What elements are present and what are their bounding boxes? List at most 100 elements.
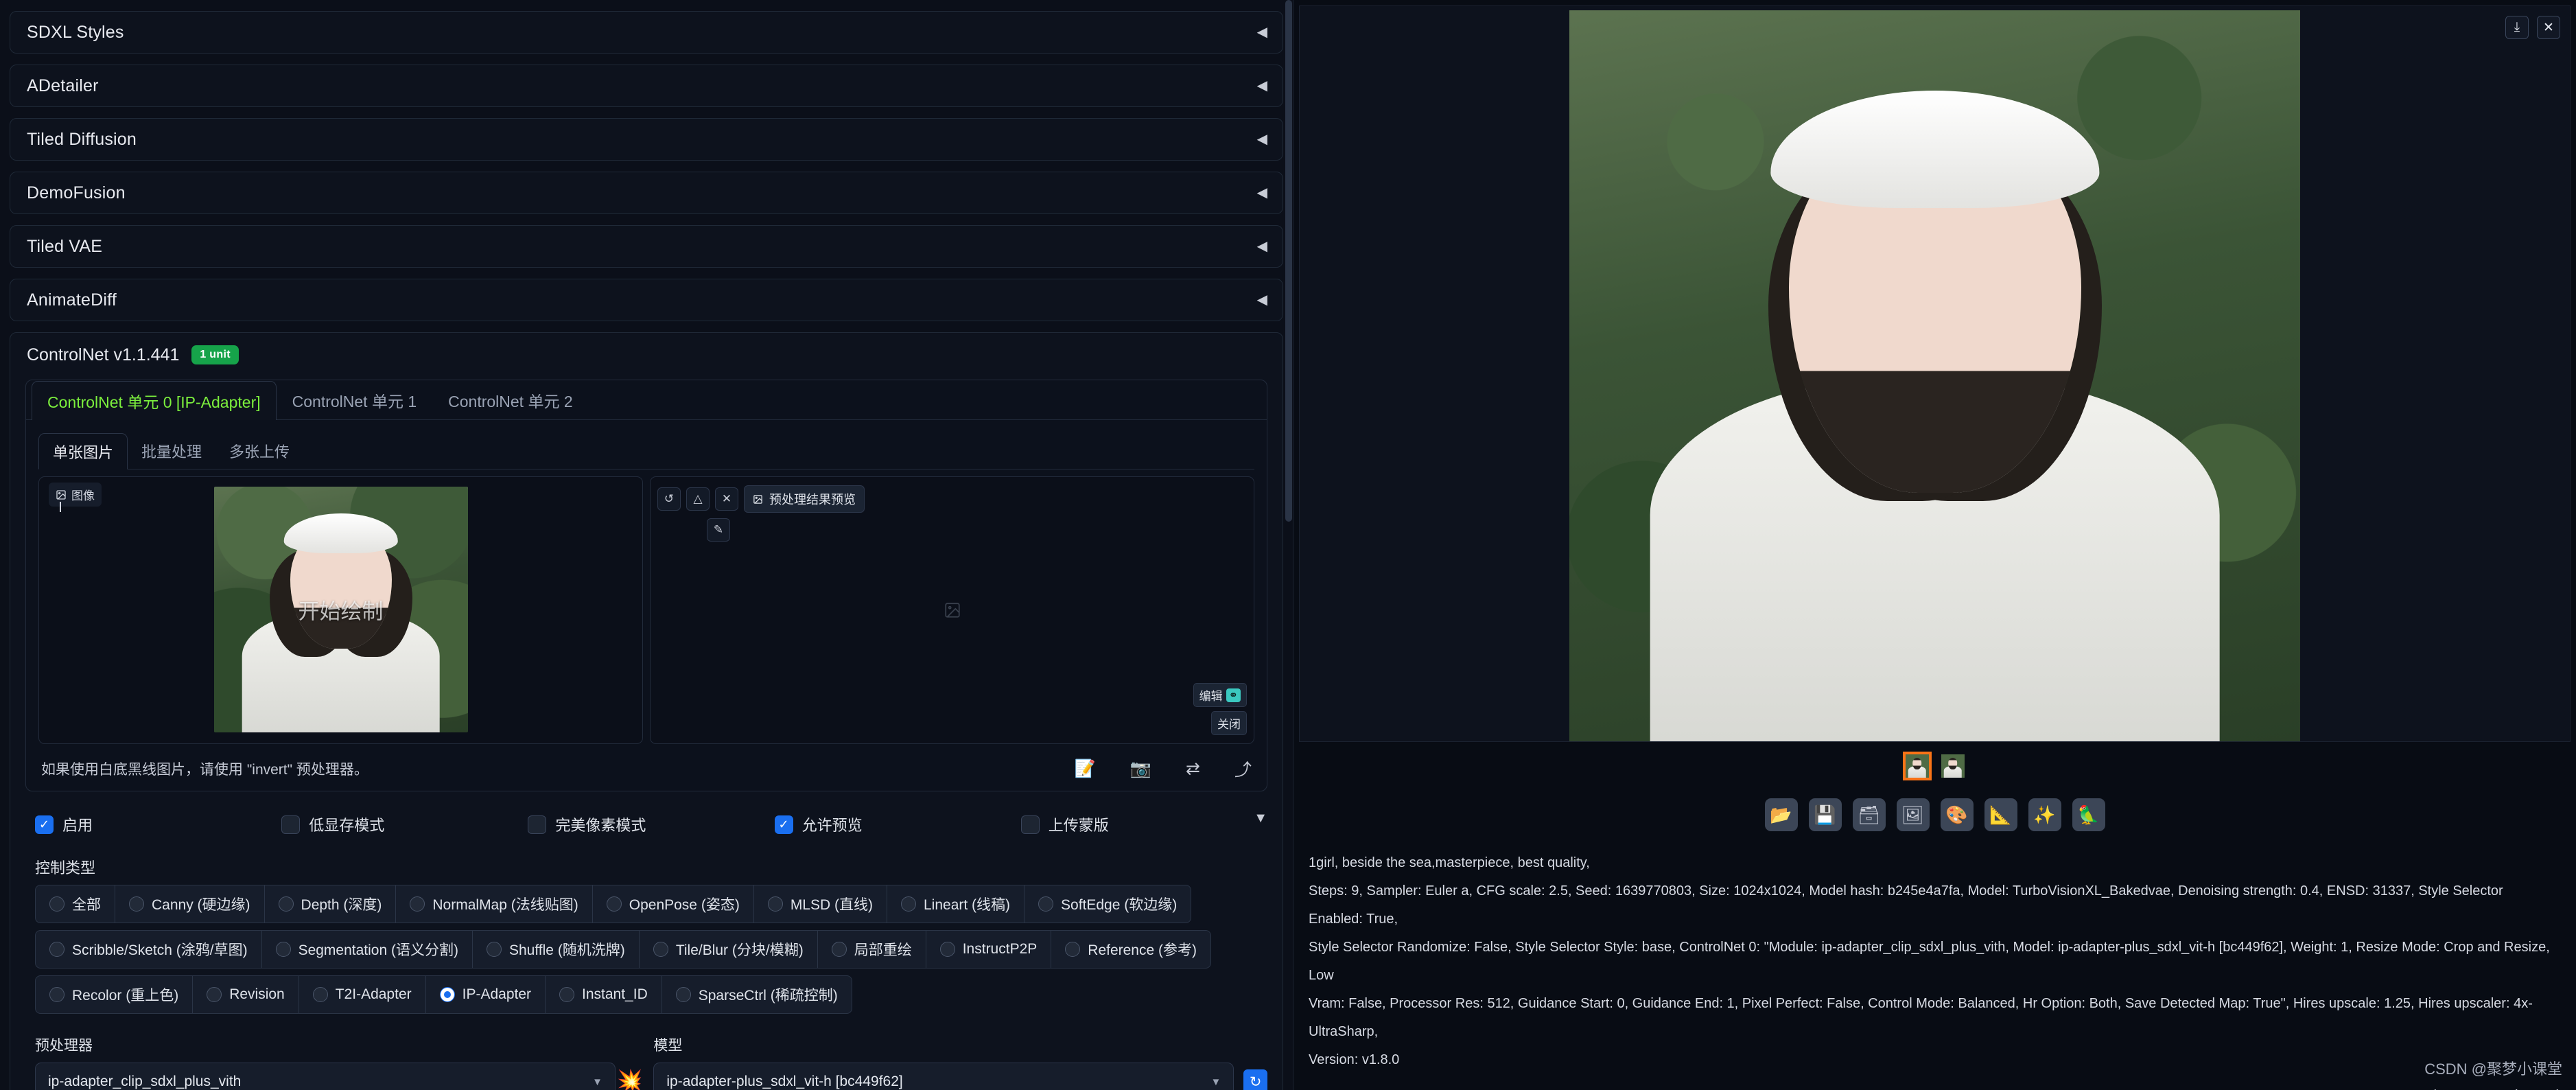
gallery-thumbnail[interactable]	[1939, 752, 1967, 780]
controlnet-preview-dropzone[interactable]: ↺ △ ✕ 预处理结果预览 ✎ 编辑 ⚭ 关闭	[650, 476, 1254, 744]
clear-icon[interactable]: ✕	[715, 487, 738, 511]
radio-tile-blur[interactable]: Tile/Blur (分块/模糊)	[640, 931, 818, 968]
close-icon[interactable]: ✕	[2537, 16, 2560, 39]
radio-label: Shuffle (随机洗牌)	[508, 942, 625, 958]
radio-openpose[interactable]: OpenPose (姿态)	[593, 885, 754, 923]
close-preview-button[interactable]: 关闭	[1211, 711, 1247, 735]
send-to-extras-icon[interactable]: 📐	[1984, 798, 2017, 831]
chevron-down-icon[interactable]: ▼	[1254, 811, 1267, 825]
accordion-title: ADetailer	[27, 76, 99, 95]
chevron-left-icon[interactable]: ◀	[1257, 132, 1267, 146]
checkbox-enable[interactable]: ✓ 启用	[35, 813, 281, 835]
camera-icon[interactable]: 📷	[1130, 759, 1151, 779]
radio-dot	[606, 896, 622, 912]
radio-softedge[interactable]: SoftEdge (软边缘)	[1024, 885, 1191, 923]
controlnet-mode-tabs: 单张图片 批量处理 多张上传	[38, 432, 1254, 469]
scrollbar-thumb[interactable]	[1285, 0, 1292, 522]
radio-reference[interactable]: Reference (参考)	[1051, 931, 1210, 968]
upscale-icon[interactable]: ✨	[2028, 798, 2061, 831]
quick-action-icons: 📝 📷 ⇄ ⤴	[1075, 756, 1252, 781]
generated-image[interactable]	[1569, 10, 2300, 741]
swap-icon[interactable]: ⇄	[1186, 758, 1200, 779]
memo-icon[interactable]: 📝	[1075, 759, 1096, 779]
radio-depth[interactable]: Depth (深度)	[265, 885, 397, 923]
tab-single-image[interactable]: 单张图片	[38, 433, 128, 469]
checkbox-upload-mask[interactable]: 上传蒙版	[1020, 813, 1267, 835]
checkbox-low-vram[interactable]: 低显存模式	[281, 813, 528, 835]
radio-shuffle[interactable]: Shuffle (随机洗牌)	[473, 931, 640, 968]
gallery-thumbnail[interactable]	[1902, 752, 1932, 780]
radio-ip-adapter[interactable]: IP-Adapter	[426, 976, 546, 1013]
checkbox-box: ✓	[774, 815, 793, 834]
radio-mlsd[interactable]: MLSD (直线)	[754, 885, 887, 923]
left-scrollbar[interactable]	[1285, 0, 1293, 1090]
model-column: 模型 ip-adapter-plus_sdxl_vit-h [bc449f62]…	[653, 1034, 1234, 1090]
chevron-down-icon: ▼	[592, 1076, 603, 1088]
brush-icon[interactable]: ✎	[707, 518, 730, 542]
chevron-left-icon[interactable]: ◀	[1257, 25, 1267, 39]
checkbox-pixel-perfect[interactable]: 完美像素模式	[528, 813, 774, 835]
controlnet-image-dropzone[interactable]: 图像 开始绘制	[38, 476, 643, 744]
explosion-icon[interactable]: 💥	[617, 1069, 642, 1090]
app-root: SDXL Styles ◀ ADetailer ◀ Tiled Diffusio…	[0, 0, 2576, 1090]
image-dropzone-label: 图像	[49, 483, 102, 507]
radio-t2i-adapter[interactable]: T2I-Adapter	[299, 976, 426, 1013]
tab-controlnet-unit-0[interactable]: ControlNet 单元 0 [IP-Adapter]	[32, 381, 277, 420]
radio-instant-id[interactable]: Instant_ID	[546, 976, 662, 1013]
send-to-inpaint-icon[interactable]: 🎨	[1940, 798, 1974, 831]
eraser-icon[interactable]: △	[686, 487, 710, 511]
radio-label: Revision	[229, 986, 285, 1002]
radio-recolor[interactable]: Recolor (重上色)	[36, 976, 194, 1013]
tab-controlnet-unit-1[interactable]: ControlNet 单元 1	[277, 380, 433, 419]
chevron-left-icon[interactable]: ◀	[1257, 240, 1267, 253]
image-placeholder-icon	[944, 603, 960, 618]
checkbox-box: ✓	[35, 815, 54, 834]
radio-instructp2p[interactable]: InstructP2P	[926, 931, 1052, 968]
tab-batch-process[interactable]: 批量处理	[128, 432, 215, 469]
edit-button[interactable]: 编辑 ⚭	[1193, 683, 1247, 707]
open-folder-icon[interactable]: 📂	[1764, 798, 1798, 831]
radio-segmentation[interactable]: Segmentation (语义分割)	[262, 931, 473, 968]
download-icon[interactable]: ⤓	[2505, 16, 2529, 39]
radio-inpaint[interactable]: 局部重绘	[818, 931, 926, 968]
radio-scribble[interactable]: Scribble/Sketch (涂鸦/草图)	[36, 931, 262, 968]
radio-sparsectrl[interactable]: SparseCtrl (稀疏控制)	[662, 976, 852, 1013]
model-select[interactable]: ip-adapter-plus_sdxl_vit-h [bc449f62] ▼	[653, 1063, 1234, 1090]
radio-label: Depth (深度)	[301, 897, 382, 913]
radio-dot	[1038, 896, 1054, 912]
accordion-tiled-diffusion[interactable]: Tiled Diffusion ◀	[10, 118, 1283, 161]
radio-all[interactable]: 全部	[36, 885, 115, 923]
radio-normalmap[interactable]: NormalMap (法线贴图)	[396, 885, 593, 923]
refresh-models-button[interactable]: ↻	[1243, 1069, 1267, 1090]
tab-multi-upload[interactable]: 多张上传	[215, 432, 303, 469]
accordion-tiled-vae[interactable]: Tiled VAE ◀	[10, 225, 1283, 268]
controlnet-source-thumbnail[interactable]: 开始绘制	[213, 487, 468, 732]
radio-revision[interactable]: Revision	[193, 976, 299, 1013]
controlnet-header[interactable]: ControlNet v1.1.441 1 unit ▼	[10, 333, 1283, 825]
accordion-adetailer[interactable]: ADetailer ◀	[10, 65, 1283, 107]
send-to-img2img-icon[interactable]: 🖼	[1896, 798, 1930, 831]
archive-icon[interactable]: 🗃	[1852, 798, 1886, 831]
accordion-sdxl-styles[interactable]: SDXL Styles ◀	[10, 11, 1283, 54]
checkbox-label: 完美像素模式	[555, 817, 646, 834]
checkbox-allow-preview[interactable]: ✓ 允许预览	[774, 813, 1021, 835]
accordion-animatediff[interactable]: AnimateDiff ◀	[10, 279, 1283, 321]
dropzone-label-text: 图像	[71, 489, 95, 502]
radio-dot	[653, 942, 668, 957]
chevron-left-icon[interactable]: ◀	[1257, 186, 1267, 200]
radio-canny[interactable]: Canny (硬边缘)	[115, 885, 265, 923]
preprocessor-select[interactable]: ip-adapter_clip_sdxl_plus_vith ▼	[35, 1063, 616, 1090]
chevron-left-icon[interactable]: ◀	[1257, 79, 1267, 93]
undo-icon[interactable]: ↺	[657, 487, 681, 511]
save-icon[interactable]: 💾	[1808, 798, 1842, 831]
control-type-radio-bank: 全部 Canny (硬边缘) Depth (深度) NormalMap (法线贴…	[35, 885, 1267, 1014]
radio-dot	[900, 896, 916, 912]
accordion-demofusion[interactable]: DemoFusion ◀	[10, 172, 1283, 214]
preprocessor-label: 预处理器	[35, 1038, 93, 1054]
send-icon[interactable]: ⤴	[1234, 756, 1252, 781]
radio-lineart[interactable]: Lineart (线稿)	[887, 885, 1025, 923]
chevron-left-icon[interactable]: ◀	[1257, 293, 1267, 307]
preprocessor-preview-toggle[interactable]: 预处理结果预览	[744, 485, 865, 513]
tab-controlnet-unit-2[interactable]: ControlNet 单元 2	[432, 380, 589, 419]
parrot-icon[interactable]: 🦜	[2072, 798, 2105, 831]
